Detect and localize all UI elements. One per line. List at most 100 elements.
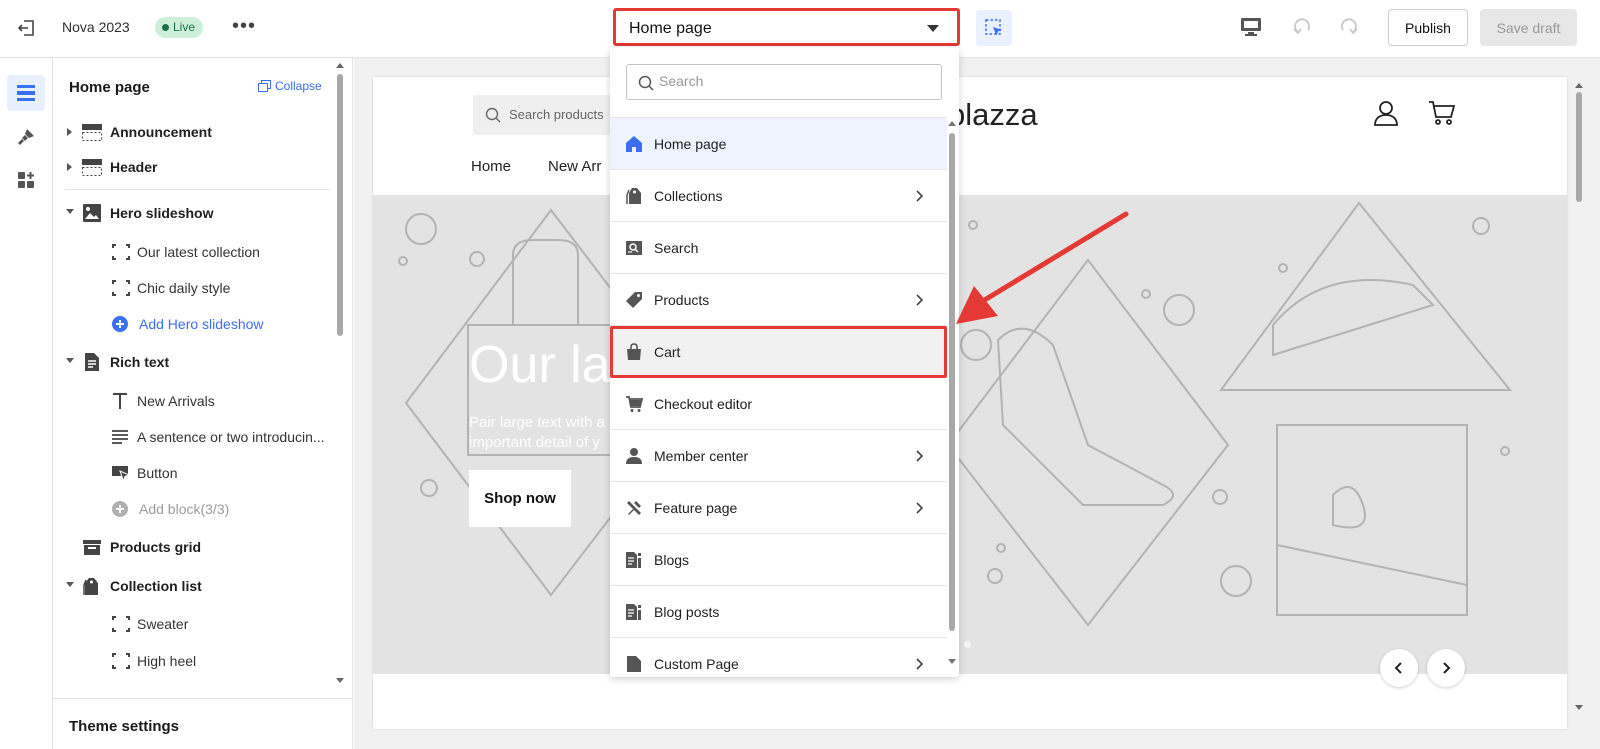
publish-button[interactable]: Publish bbox=[1388, 9, 1468, 46]
collections-icon bbox=[626, 188, 641, 204]
page-icon bbox=[627, 656, 641, 672]
sidebar-item-products-grid[interactable]: Products grid bbox=[53, 532, 343, 562]
collapse-icon bbox=[258, 80, 271, 92]
preview-nav-new-arrivals[interactable]: New Arr bbox=[548, 158, 601, 175]
dropdown-search[interactable] bbox=[626, 64, 942, 100]
search-icon bbox=[485, 107, 501, 123]
add-block-button[interactable]: Add block(3/3) bbox=[53, 494, 343, 524]
dropdown-scroll-up-icon[interactable] bbox=[948, 121, 956, 126]
sidebar-block-high-heel[interactable]: High heel bbox=[53, 646, 343, 676]
page-item-home[interactable]: Home page bbox=[610, 118, 947, 170]
page-item-label: Products bbox=[654, 292, 710, 308]
more-options-icon[interactable]: ••• bbox=[232, 15, 256, 38]
products-grid-icon bbox=[83, 540, 101, 555]
add-circle-icon bbox=[112, 501, 128, 517]
next-slide-button[interactable] bbox=[1427, 649, 1465, 687]
sidebar-item-label: Sweater bbox=[137, 616, 189, 632]
theme-style-rail-button[interactable] bbox=[7, 119, 45, 155]
page-selector[interactable]: Home page bbox=[613, 8, 960, 46]
page-item-checkout-editor[interactable]: Checkout editor bbox=[610, 378, 947, 430]
dropdown-scroll-down-icon[interactable] bbox=[948, 659, 956, 664]
collapse-arrow-icon[interactable] bbox=[66, 582, 74, 587]
sidebar-item-hero-slideshow[interactable]: Hero slideshow bbox=[53, 198, 343, 228]
theme-settings[interactable]: Theme settings bbox=[53, 698, 352, 749]
sidebar-item-collection-list[interactable]: Collection list bbox=[53, 571, 343, 601]
page-item-search[interactable]: Search bbox=[610, 222, 947, 274]
preview-nav-home[interactable]: Home bbox=[471, 158, 511, 175]
sidebar-item-label: Rich text bbox=[110, 354, 170, 370]
page-item-feature-page[interactable]: Feature page bbox=[610, 482, 947, 534]
preview-search-placeholder: Search products bbox=[509, 107, 604, 122]
hero-title: Our la bbox=[469, 336, 611, 394]
select-element-icon bbox=[985, 19, 1002, 36]
annotation-arrow-icon bbox=[956, 211, 1129, 324]
sidebar-item-header[interactable]: Header bbox=[53, 152, 343, 182]
page-item-label: Home page bbox=[654, 136, 727, 152]
sidebar-block-sweater[interactable]: Sweater bbox=[53, 609, 343, 639]
page-item-blogs[interactable]: Blogs bbox=[610, 534, 947, 586]
page-item-label: Member center bbox=[654, 448, 749, 464]
sidebar-block-our-latest-collection[interactable]: Our latest collection bbox=[53, 237, 343, 267]
inspect-button[interactable] bbox=[976, 10, 1012, 46]
sidebar-block-sentence[interactable]: A sentence or two introducin... bbox=[53, 422, 343, 452]
add-hero-slideshow-button[interactable]: Add Hero slideshow bbox=[53, 309, 343, 339]
page-item-label: Blog posts bbox=[654, 604, 720, 620]
header-section-icon bbox=[82, 159, 102, 176]
page-item-cart[interactable]: Cart bbox=[610, 326, 947, 378]
exit-icon[interactable] bbox=[16, 17, 38, 39]
sections-rail-button[interactable] bbox=[7, 75, 45, 111]
slide-dot[interactable] bbox=[964, 641, 971, 648]
sidebar-block-button[interactable]: Button bbox=[53, 458, 343, 488]
sidebar-item-label: Collection list bbox=[110, 578, 202, 594]
page-list: Home page Collections Search Products Ca… bbox=[610, 117, 947, 677]
account-icon[interactable] bbox=[1373, 100, 1399, 131]
desktop-view-icon[interactable] bbox=[1240, 17, 1262, 37]
sidebar-item-label: High heel bbox=[137, 653, 197, 669]
preview-scroll-arrows-icon bbox=[1575, 83, 1583, 710]
page-item-collections[interactable]: Collections bbox=[610, 170, 947, 222]
sidebar-divider bbox=[65, 189, 330, 190]
redo-icon[interactable] bbox=[1338, 16, 1360, 38]
prev-slide-button[interactable] bbox=[1380, 649, 1418, 687]
shop-now-button[interactable]: Shop now bbox=[469, 470, 571, 527]
store-preview[interactable]: Search products plazza Home New Arr Our … bbox=[373, 77, 1567, 729]
page-item-custom-page[interactable]: Custom Page bbox=[610, 638, 947, 677]
expand-arrow-icon[interactable] bbox=[67, 128, 72, 136]
sidebar-title: Home page bbox=[69, 79, 150, 96]
tools-icon bbox=[627, 501, 641, 515]
page-item-label: Collections bbox=[654, 188, 723, 204]
save-draft-button[interactable]: Save draft bbox=[1480, 9, 1577, 46]
blog-icon bbox=[626, 552, 641, 568]
sidebar-item-rich-text[interactable]: Rich text bbox=[53, 347, 343, 377]
chevron-right-icon bbox=[916, 658, 923, 670]
sidebar-item-announcement[interactable]: Announcement bbox=[53, 117, 343, 147]
cart-icon[interactable] bbox=[1428, 100, 1456, 131]
collapse-arrow-icon[interactable] bbox=[66, 209, 74, 214]
sidebar-block-new-arrivals[interactable]: New Arrivals bbox=[53, 386, 343, 416]
sidebar-item-label: Our latest collection bbox=[137, 244, 260, 260]
block-frame-icon bbox=[112, 244, 130, 260]
sidebar-scroll-thumb[interactable] bbox=[337, 74, 343, 336]
status-badge-label: Live bbox=[173, 20, 196, 34]
paint-brush-icon bbox=[18, 129, 34, 145]
dropdown-search-input[interactable] bbox=[659, 73, 929, 89]
apps-rail-button[interactable] bbox=[7, 162, 45, 198]
image-section-icon bbox=[83, 204, 101, 222]
sidebar-block-chic-daily-style[interactable]: Chic daily style bbox=[53, 273, 343, 303]
paragraph-icon bbox=[112, 430, 128, 444]
page-item-member-center[interactable]: Member center bbox=[610, 430, 947, 482]
document-section-icon bbox=[85, 353, 99, 371]
page-item-label: Cart bbox=[654, 344, 681, 360]
collapse-arrow-icon[interactable] bbox=[66, 358, 74, 363]
tag-icon bbox=[626, 292, 642, 308]
undo-icon[interactable] bbox=[1291, 16, 1313, 38]
collapse-button[interactable]: Collapse bbox=[258, 79, 322, 93]
home-icon bbox=[626, 136, 642, 152]
sidebar-item-label: Chic daily style bbox=[137, 280, 231, 296]
page-item-products[interactable]: Products bbox=[610, 274, 947, 326]
expand-arrow-icon[interactable] bbox=[67, 163, 72, 171]
page-item-blog-posts[interactable]: Blog posts bbox=[610, 586, 947, 638]
block-frame-icon bbox=[112, 280, 130, 296]
announcement-section-icon bbox=[82, 124, 102, 141]
blog-post-icon bbox=[626, 604, 641, 620]
